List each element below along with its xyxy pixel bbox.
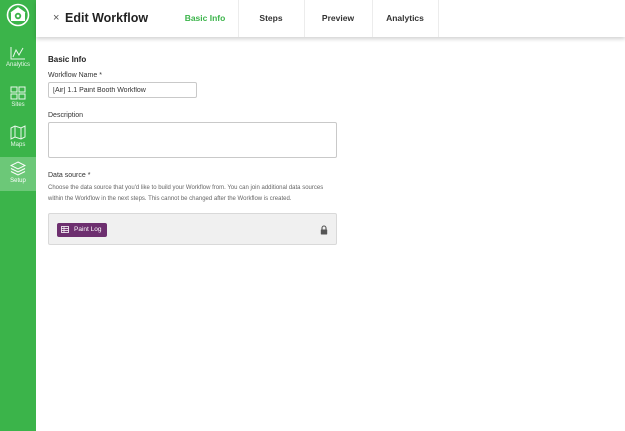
tab-basic-info[interactable]: Basic Info <box>172 0 238 37</box>
page-header: × Edit Workflow Basic Info Steps Preview… <box>36 0 625 37</box>
tab-analytics[interactable]: Analytics <box>372 0 438 37</box>
data-source-field: Paint Log <box>48 213 337 245</box>
sidebar: Analytics Sites Maps Setup <box>0 0 36 431</box>
data-source-label: Data source * <box>48 172 91 179</box>
data-source-chip-label: Paint Log <box>74 226 102 233</box>
tab-divider <box>438 0 439 37</box>
table-icon <box>61 226 69 233</box>
workflow-name-input[interactable] <box>48 82 197 98</box>
section-title: Basic Info <box>48 55 87 64</box>
data-source-chip: Paint Log <box>57 223 108 237</box>
sidebar-item-label: Sites <box>11 102 25 108</box>
description-label: Description <box>48 112 84 119</box>
chart-icon <box>10 47 25 60</box>
map-icon <box>10 125 26 140</box>
sidebar-item-analytics[interactable]: Analytics <box>0 42 36 78</box>
data-source-help-text: Choose the data source that you'd like t… <box>48 185 324 202</box>
sidebar-item-sites[interactable]: Sites <box>0 82 36 118</box>
sidebar-item-label: Analytics <box>5 62 30 68</box>
tab-steps[interactable]: Steps <box>238 0 304 37</box>
tab-preview[interactable]: Preview <box>304 0 372 37</box>
sidebar-item-label: Setup <box>10 178 26 184</box>
sidebar-item-label: Maps <box>10 142 26 148</box>
sites-icon <box>10 86 26 100</box>
description-textarea[interactable] <box>48 122 337 158</box>
layers-icon <box>10 161 26 176</box>
lock-icon <box>320 225 328 235</box>
sidebar-item-setup[interactable]: Setup <box>0 157 36 191</box>
app-logo-icon[interactable] <box>6 3 30 27</box>
workflow-name-label: Workflow Name * <box>48 72 102 79</box>
page-title: Edit Workflow <box>65 11 149 25</box>
sidebar-item-maps[interactable]: Maps <box>0 121 36 157</box>
close-icon[interactable]: × <box>53 11 59 25</box>
